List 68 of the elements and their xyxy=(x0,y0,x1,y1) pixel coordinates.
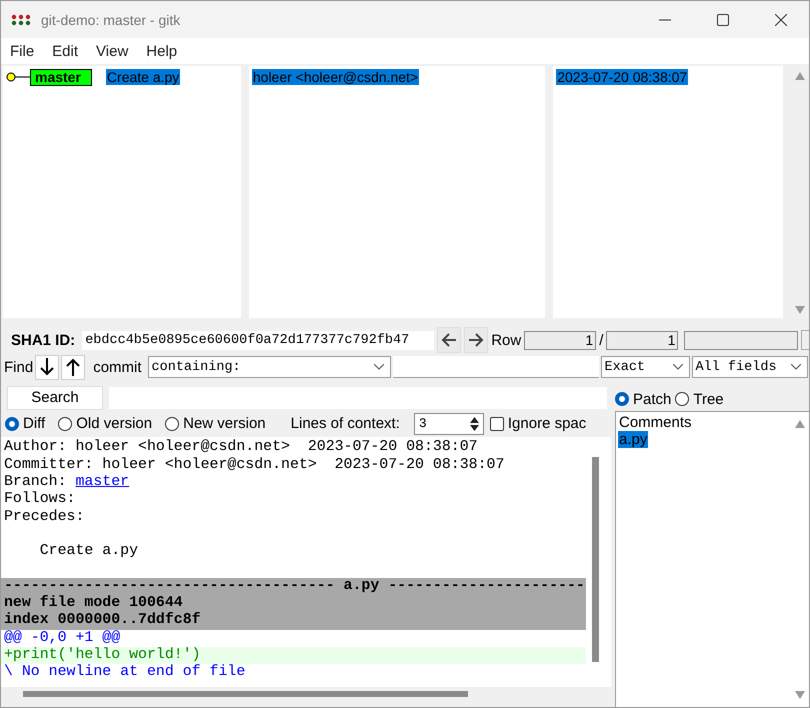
chevron-down-icon xyxy=(374,364,384,370)
menu-item[interactable]: File xyxy=(10,42,34,60)
arrow-left-icon xyxy=(441,333,458,347)
diff-line: Create a.py xyxy=(38,543,138,560)
spin-arrows-icon xyxy=(470,416,479,432)
diff-line: Precedes: xyxy=(4,508,84,525)
chevron-down-icon xyxy=(790,364,801,370)
scroll-down-icon[interactable] xyxy=(795,306,806,314)
view-mode-radio[interactable]: Tree xyxy=(675,390,724,408)
diff-line: +print('hello world!') xyxy=(4,646,201,663)
diff-line: new file mode 100644 xyxy=(4,595,183,612)
find-next-button[interactable] xyxy=(35,354,60,380)
find-type-label: commit xyxy=(93,358,142,376)
scrollbar-thumb[interactable] xyxy=(592,457,598,662)
back-button[interactable] xyxy=(437,327,462,353)
diff-mode-radio[interactable]: Diff xyxy=(5,415,46,432)
app-icon xyxy=(11,14,31,26)
arrow-right-icon xyxy=(468,333,484,347)
scroll-up-icon[interactable] xyxy=(795,420,805,428)
ignore-space-checkbox[interactable]: Ignore spac xyxy=(490,415,586,432)
branch-link[interactable]: master xyxy=(76,474,130,490)
scroll-down-icon[interactable] xyxy=(795,691,805,699)
file-list-item[interactable]: Comments xyxy=(618,414,693,431)
sha-label: SHA1 ID: xyxy=(11,332,76,348)
row-number: 1 xyxy=(524,330,596,350)
find-field[interactable] xyxy=(392,356,599,378)
chevron-down-icon xyxy=(672,364,683,370)
diff-line: @@ -0,0 +1 @@ xyxy=(4,630,120,646)
graph-node-icon xyxy=(6,72,30,82)
find-prev-button[interactable] xyxy=(61,354,86,380)
context-spinbox[interactable]: 3 xyxy=(414,412,484,434)
commit-date[interactable]: 2023-07-20 08:38:07 xyxy=(556,69,688,85)
match-dropdown[interactable]: Exact xyxy=(600,356,690,378)
menu-item[interactable]: View xyxy=(96,42,128,60)
scrollbar-thumb[interactable] xyxy=(23,691,468,698)
maximize-icon[interactable] xyxy=(717,14,729,26)
status-box xyxy=(801,330,809,350)
view-mode-radio[interactable]: Patch xyxy=(615,390,672,408)
find-mode-dropdown[interactable]: containing: xyxy=(148,356,391,378)
menu-item[interactable]: Edit xyxy=(52,42,78,60)
fields-dropdown[interactable]: All fields xyxy=(692,356,808,378)
arrow-up-icon xyxy=(66,358,80,376)
menu-item[interactable]: Help xyxy=(146,42,178,60)
context-label: Lines of context: xyxy=(290,415,400,432)
commit-subject[interactable]: Create a.py xyxy=(106,69,180,85)
sha-field[interactable]: ebdcc4b5e0895ce60600f0a72d177377c792fb47 xyxy=(82,330,434,350)
forward-button[interactable] xyxy=(464,327,488,353)
row-label: Row xyxy=(491,332,522,348)
branch-tag: master xyxy=(30,68,92,86)
diff-line: Follows: xyxy=(4,491,76,508)
row-separator: / xyxy=(599,332,604,348)
diff-mode-radio[interactable]: New version xyxy=(165,415,266,432)
commit-author[interactable]: holeer <holeer@csdn.net> xyxy=(252,69,420,85)
diff-line: \ No newline at end of file xyxy=(4,664,246,680)
diff-line: index 0000000..7ddfc8f xyxy=(4,612,201,628)
file-list-item[interactable]: a.py xyxy=(618,431,648,448)
diff-mode-radio[interactable]: Old version xyxy=(58,415,152,432)
scroll-up-icon[interactable] xyxy=(795,72,806,80)
arrow-down-icon xyxy=(40,358,54,376)
diff-line: ------------------------------------- a.py ---------------------- xyxy=(4,578,585,594)
find-label: Find xyxy=(4,358,34,376)
search-button[interactable]: Search xyxy=(7,386,103,410)
diff-line: Branch: master xyxy=(4,474,130,490)
row-total: 1 xyxy=(606,330,678,350)
diff-line: Committer: holeer <holeer@csdn.net> 2023-07-20 08:38:07 xyxy=(4,456,504,473)
close-icon[interactable] xyxy=(775,14,787,26)
diff-line: Author: holeer <holeer@csdn.net> 2023-07-20 08:38:07 xyxy=(4,439,478,456)
window-title: git-demo: master - gitk xyxy=(41,12,180,28)
